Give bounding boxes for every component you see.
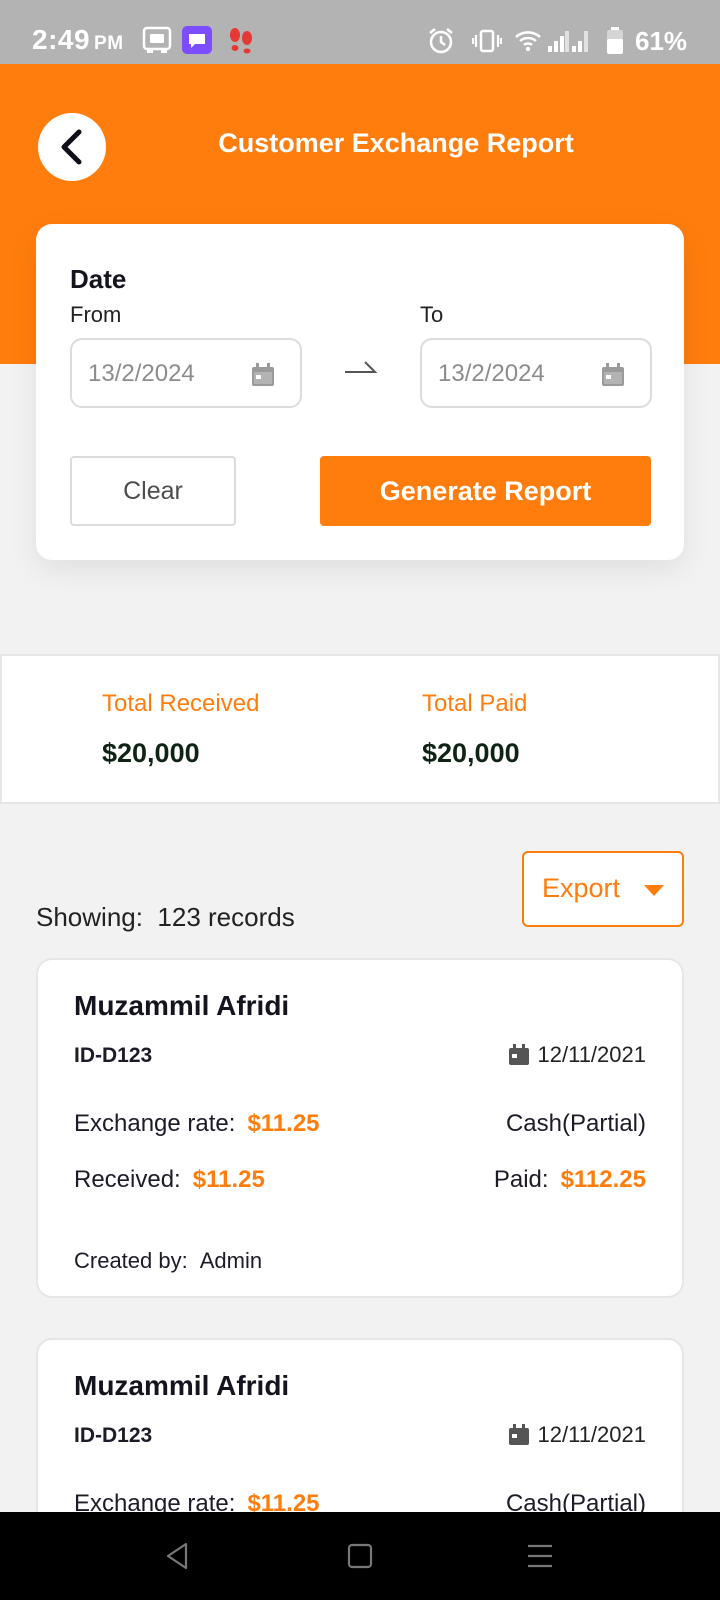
signal-icon xyxy=(548,31,588,52)
from-date-field[interactable]: 13/2/2024 xyxy=(70,338,302,408)
arrow-right-icon xyxy=(345,361,378,373)
total-received-value: $20,000 xyxy=(102,738,200,768)
total-received-label: Total Received xyxy=(102,690,260,717)
chevron-down-icon xyxy=(644,885,664,896)
footsteps-app-icon xyxy=(230,28,252,54)
clear-button[interactable]: Clear xyxy=(70,456,236,526)
export-label: Export xyxy=(542,873,621,903)
totals-summary: Total Received $20,000 Total Paid $20,00… xyxy=(0,654,720,804)
status-bar: 2:49 PM 61% xyxy=(0,0,720,64)
exchange-rate: Exchange rate: $11.25 xyxy=(74,1110,320,1137)
customer-name: Muzammil Afridi xyxy=(74,990,290,1021)
from-date-value: 13/2/2024 xyxy=(88,360,195,387)
payment-method: Cash(Partial) xyxy=(505,1110,646,1137)
system-nav-bar xyxy=(0,1512,720,1600)
vibrate-icon xyxy=(472,29,502,53)
export-dropdown[interactable]: Export xyxy=(522,851,684,927)
back-button[interactable] xyxy=(38,113,106,181)
created-by: Created by: Admin xyxy=(74,1248,263,1273)
menu-nav-icon[interactable] xyxy=(524,1540,556,1572)
chat-app-icon xyxy=(182,26,212,54)
screenshot-app-icon xyxy=(142,26,172,53)
from-label: From xyxy=(70,302,122,327)
record-id: ID-D123 xyxy=(74,1044,153,1067)
record-card[interactable]: Muzammil Afridi ID-D123 12/11/2021 Excha… xyxy=(36,958,684,1298)
total-paid-value: $20,000 xyxy=(422,738,520,768)
page-title: Customer Exchange Report xyxy=(218,128,574,158)
record-date: 12/11/2021 xyxy=(508,1042,646,1068)
battery-percent: 61% xyxy=(635,26,688,56)
record-id: ID-D123 xyxy=(74,1424,153,1447)
to-date-field[interactable]: 13/2/2024 xyxy=(420,338,652,408)
calendar-icon xyxy=(508,1044,529,1065)
calendar-icon xyxy=(252,363,274,386)
home-nav-icon[interactable] xyxy=(344,1540,376,1572)
calendar-icon xyxy=(602,363,624,386)
paid-amount: Paid: $112.25 xyxy=(493,1166,646,1193)
date-label: Date xyxy=(70,264,127,294)
date-filter-card: Date From To 13/2/2024 13/2/2024 Clear G… xyxy=(36,224,684,560)
total-paid-label: Total Paid xyxy=(422,690,528,717)
record-date: 12/11/2021 xyxy=(508,1422,646,1448)
back-nav-icon[interactable] xyxy=(162,1540,194,1572)
records-count: Showing: 123 records xyxy=(36,902,295,932)
customer-name: Muzammil Afridi xyxy=(74,1370,290,1401)
generate-report-button[interactable]: Generate Report xyxy=(320,456,651,526)
alarm-icon xyxy=(429,28,453,54)
battery-icon xyxy=(607,27,623,54)
to-date-value: 13/2/2024 xyxy=(438,360,545,387)
to-label: To xyxy=(420,302,444,327)
chevron-left-icon xyxy=(61,129,82,165)
wifi-icon xyxy=(515,31,541,52)
status-time: 2:49 PM xyxy=(32,24,124,55)
calendar-icon xyxy=(508,1424,529,1445)
received-amount: Received: $11.25 xyxy=(74,1166,265,1193)
